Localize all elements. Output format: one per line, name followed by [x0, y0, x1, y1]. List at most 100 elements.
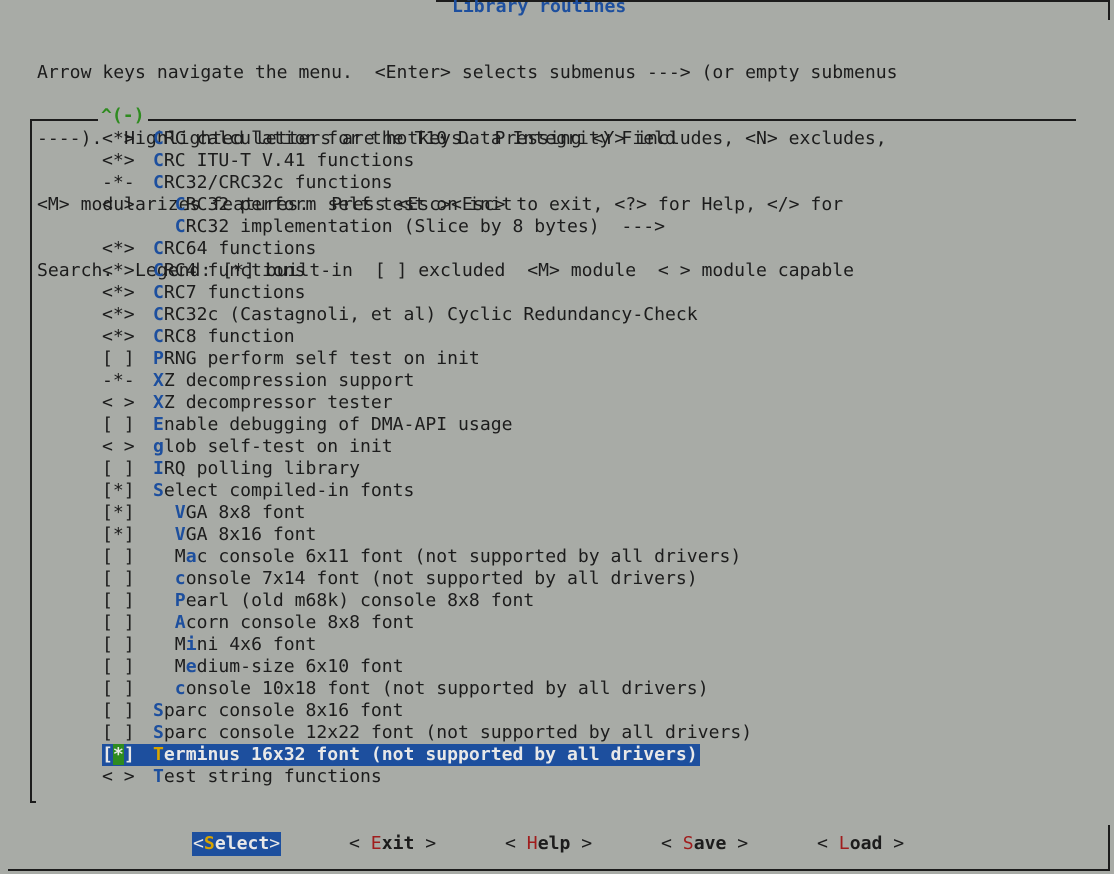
- item-state-indicator[interactable]: [ ]: [102, 348, 153, 370]
- item-state-indicator[interactable]: <*>: [102, 128, 153, 150]
- item-label-text: RC64 functions: [163, 238, 317, 259]
- button-save[interactable]: < Save >: [661, 832, 748, 856]
- item-state-indicator[interactable]: <*>: [102, 150, 153, 172]
- menu-item[interactable]: [ ] console 7x14 font (not supported by …: [102, 568, 752, 590]
- menu-item[interactable]: < > CRC32 perform self test on init: [102, 194, 752, 216]
- button-close-bracket: >: [882, 833, 905, 854]
- item-state-indicator[interactable]: -*-: [102, 370, 153, 392]
- item-state-indicator[interactable]: < >: [102, 436, 153, 458]
- item-label: Medium-size 6x10 font: [153, 656, 404, 677]
- button-load[interactable]: < Load >: [817, 832, 904, 856]
- menu-item[interactable]: -*- XZ decompression support: [102, 370, 752, 392]
- item-label: CRC ITU-T V.41 functions: [153, 150, 414, 171]
- item-hotkey: S: [153, 480, 164, 501]
- menu-item[interactable]: <*> CRC calculation for the T10 Data Inte…: [102, 128, 752, 150]
- menu-item[interactable]: [ ] Sparc console 12x22 font (not support…: [102, 722, 752, 744]
- menu-item[interactable]: [ ] Enable debugging of DMA-API usage: [102, 414, 752, 436]
- item-state-indicator[interactable]: < >: [102, 194, 153, 216]
- menu-item[interactable]: <*> CRC7 functions: [102, 282, 752, 304]
- item-state-indicator[interactable]: [ ]: [102, 458, 153, 480]
- item-label-text: parc console 8x16 font: [163, 700, 404, 721]
- menu-item[interactable]: [*] Select compiled-in fonts: [102, 480, 752, 502]
- button-exit[interactable]: < Exit >: [349, 832, 436, 856]
- button-close-bracket: >: [269, 833, 281, 854]
- item-label: XZ decompressor tester: [153, 392, 393, 413]
- item-state-indicator[interactable]: <*>: [102, 304, 153, 326]
- item-state-indicator[interactable]: [*]: [102, 744, 153, 766]
- menu-item[interactable]: <*> CRC4 functions: [102, 260, 752, 282]
- button-help[interactable]: < Help >: [505, 832, 592, 856]
- item-hotkey: A: [174, 612, 186, 633]
- item-hotkey: a: [185, 546, 197, 567]
- item-state-indicator[interactable]: [ ]: [102, 722, 153, 744]
- menu-item[interactable]: [*] VGA 8x8 font: [102, 502, 752, 524]
- item-state-indicator[interactable]: [*]: [102, 524, 153, 546]
- menu-item[interactable]: CRC32 implementation (Slice by 8 bytes) …: [102, 216, 752, 238]
- button-open-bracket: <: [817, 833, 839, 854]
- item-label: CRC32/CRC32c functions: [153, 172, 393, 193]
- item-label-text: GA 8x16 font: [185, 524, 317, 545]
- item-hotkey: E: [153, 414, 164, 435]
- item-state-indicator[interactable]: [ ]: [102, 568, 153, 590]
- item-label: Mini 4x6 font: [153, 634, 317, 655]
- item-hotkey: C: [153, 128, 164, 149]
- scroll-up-indicator[interactable]: ^(-): [98, 105, 148, 127]
- item-state-indicator[interactable]: < >: [102, 392, 153, 414]
- menu-item[interactable]: < > glob self-test on init: [102, 436, 752, 458]
- item-state-indicator[interactable]: [ ]: [102, 656, 153, 678]
- item-hotkey: g: [153, 436, 164, 457]
- item-label: Enable debugging of DMA-API usage: [153, 414, 513, 435]
- item-state-indicator[interactable]: <*>: [102, 282, 153, 304]
- menu-item[interactable]: [*] VGA 8x16 font: [102, 524, 752, 546]
- menu-item[interactable]: [ ] Medium-size 6x10 font: [102, 656, 752, 678]
- item-state-indicator[interactable]: -*-: [102, 172, 153, 194]
- item-label-text: RC32/CRC32c functions: [163, 172, 393, 193]
- item-state-indicator[interactable]: [ ]: [102, 546, 153, 568]
- item-state-indicator[interactable]: <*>: [102, 238, 153, 260]
- item-state-indicator[interactable]: [ ]: [102, 700, 153, 722]
- menu-item[interactable]: <*> CRC ITU-T V.41 functions: [102, 150, 752, 172]
- menu-item[interactable]: < > XZ decompressor tester: [102, 392, 752, 414]
- menu-item[interactable]: [ ] console 10x18 font (not supported by…: [102, 678, 752, 700]
- item-label-prefix: M: [174, 634, 186, 655]
- item-label-prefix: M: [174, 546, 186, 567]
- button-open-bracket: <: [661, 833, 683, 854]
- button-select[interactable]: <Select>: [192, 832, 282, 856]
- item-state-indicator[interactable]: [ ]: [102, 678, 153, 700]
- item-state-indicator[interactable]: [ ]: [102, 634, 153, 656]
- menu-item[interactable]: <*> CRC64 functions: [102, 238, 752, 260]
- item-hotkey: T: [153, 744, 164, 765]
- item-state-indicator[interactable]: <*>: [102, 260, 153, 282]
- item-label-text: est string functions: [163, 766, 382, 787]
- item-state-indicator[interactable]: <*>: [102, 326, 153, 348]
- menu-item[interactable]: [ ] IRQ polling library: [102, 458, 752, 480]
- item-state-indicator[interactable]: [ ]: [102, 414, 153, 436]
- menu-item[interactable]: <*> CRC8 function: [102, 326, 752, 348]
- item-label-text: RC7 functions: [163, 282, 306, 303]
- item-state-indicator[interactable]: [ ]: [102, 612, 153, 634]
- item-state-indicator[interactable]: [*]: [102, 480, 153, 502]
- item-hotkey: S: [153, 700, 164, 721]
- menu-item[interactable]: [*] Terminus 16x32 font (not supported by…: [102, 744, 700, 766]
- menu-item[interactable]: [ ] Mini 4x6 font: [102, 634, 752, 656]
- menu-item[interactable]: [ ] Pearl (old m68k) console 8x8 font: [102, 590, 752, 612]
- item-label: Pearl (old m68k) console 8x8 font: [153, 590, 535, 611]
- menu-item[interactable]: [ ] Acorn console 8x8 font: [102, 612, 752, 634]
- menu-item[interactable]: [ ] PRNG perform self test on init: [102, 348, 752, 370]
- item-label-text: RQ polling library: [163, 458, 360, 479]
- button-hotkey: E: [370, 833, 382, 854]
- menu-item[interactable]: <*> CRC32c (Castagnoli, et al) Cyclic Red…: [102, 304, 752, 326]
- item-label: CRC calculation for the T10 Data Integri…: [153, 128, 676, 149]
- item-state-indicator[interactable]: [ ]: [102, 590, 153, 612]
- menu-item[interactable]: < > Test string functions: [102, 766, 752, 788]
- item-label-text: Z decompressor tester: [163, 392, 393, 413]
- menu-item[interactable]: -*- CRC32/CRC32c functions: [102, 172, 752, 194]
- item-label: Terminus 16x32 font (not supported by al…: [153, 744, 698, 765]
- item-label: Sparc console 12x22 font (not supported …: [153, 722, 752, 743]
- item-label: CRC32c (Castagnoli, et al) Cyclic Redund…: [153, 304, 698, 325]
- menu-item[interactable]: [ ] Mac console 6x11 font (not supported…: [102, 546, 752, 568]
- item-hotkey: C: [153, 304, 164, 325]
- item-state-indicator[interactable]: < >: [102, 766, 153, 788]
- item-state-indicator[interactable]: [*]: [102, 502, 153, 524]
- menu-item[interactable]: [ ] Sparc console 8x16 font: [102, 700, 752, 722]
